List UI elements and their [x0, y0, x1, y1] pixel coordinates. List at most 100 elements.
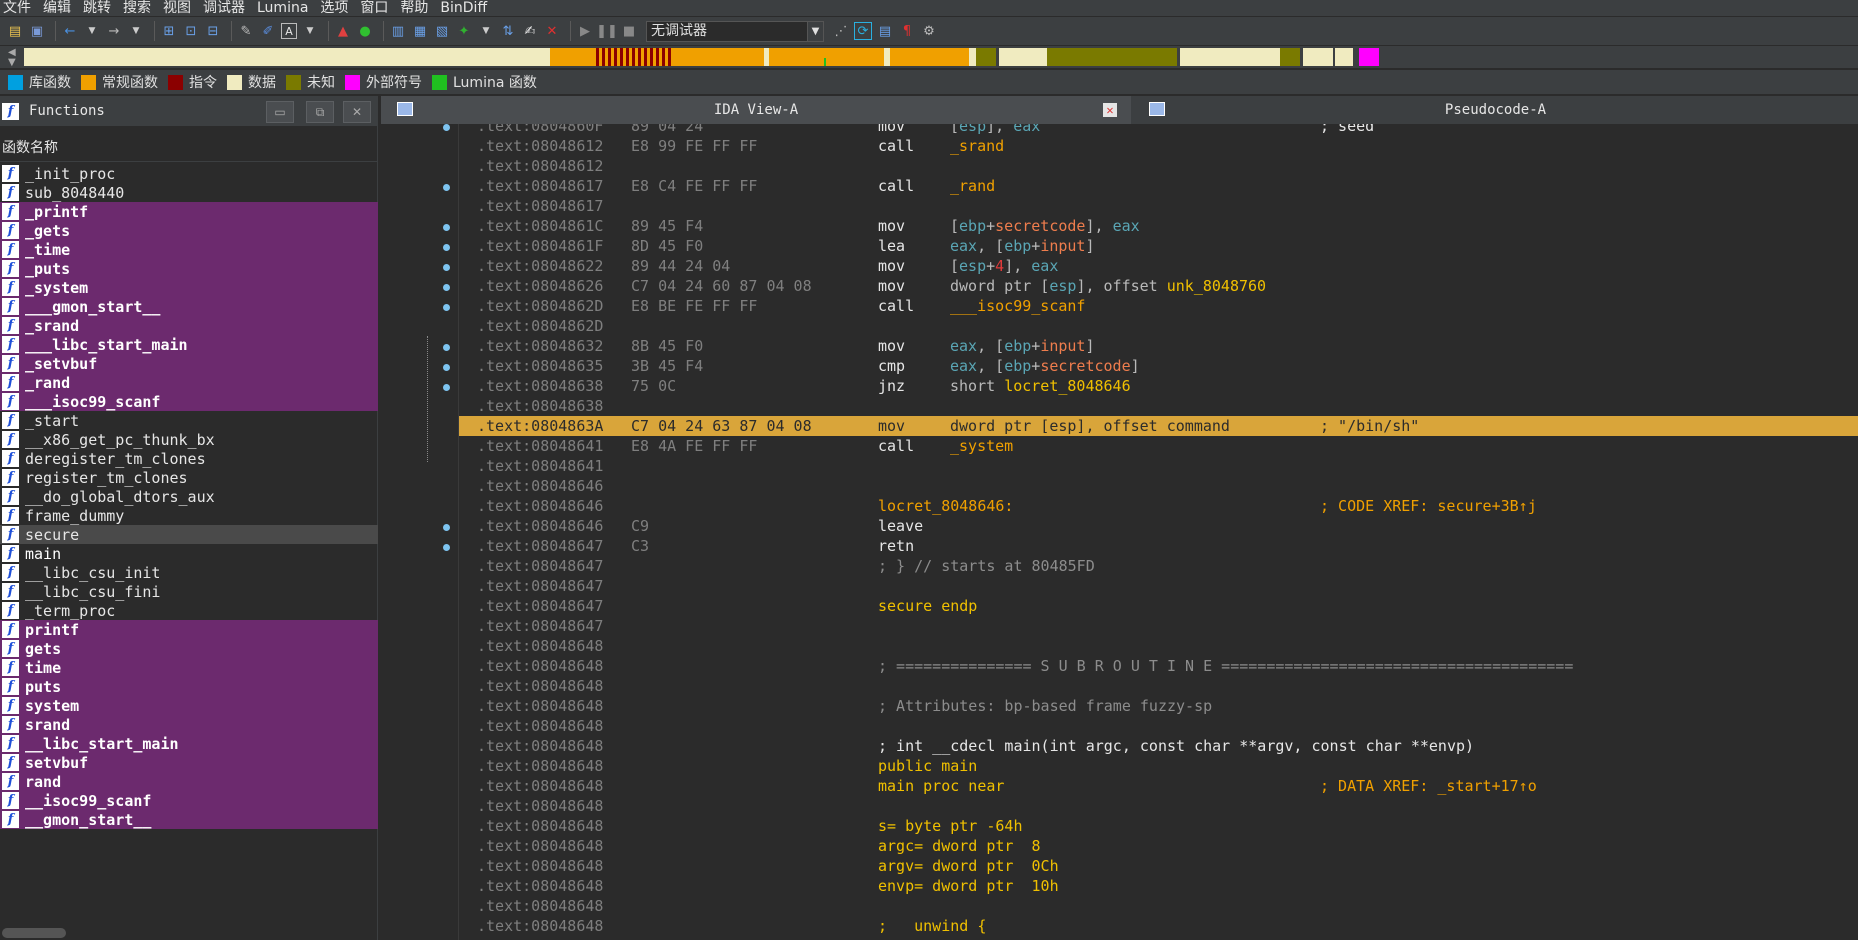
code-line[interactable]: .text:08048648 [459, 896, 1858, 916]
menu-item[interactable]: 选项 [317, 0, 357, 16]
trace-pin-icon[interactable]: ¶ [898, 22, 916, 40]
breakpoint-dot[interactable] [443, 344, 450, 351]
patch-icon[interactable]: ✎ [237, 22, 255, 40]
play-icon[interactable]: ▶ [576, 22, 594, 40]
hex-view-icon[interactable]: ⊟ [204, 22, 222, 40]
chevron-down-icon[interactable]: ▼ [127, 22, 145, 40]
code-line[interactable]: .text:0804861C 89 45 F4 mov [ebp+secretcode… [459, 216, 1858, 236]
function-list-item[interactable]: f _start [0, 411, 378, 430]
forward-icon[interactable]: → [105, 22, 123, 40]
function-list-item[interactable]: f main [0, 544, 378, 563]
code-line[interactable]: .text:0804862D [459, 316, 1858, 336]
function-list-item[interactable]: f sub_8048440 [0, 183, 378, 202]
code-line[interactable]: .text:08048648 ; =============== S U B R … [459, 656, 1858, 676]
code-line[interactable]: .text:08048648 argv= dword ptr 0Ch [459, 856, 1858, 876]
xref-icon[interactable]: ⇅ [499, 22, 517, 40]
breakpoint-dot[interactable] [443, 284, 450, 291]
function-list-item[interactable]: f ___gmon_start__ [0, 297, 378, 316]
menu-item[interactable]: 帮助 [397, 0, 437, 16]
code-line[interactable]: .text:08048612 E8 99 FE FF FF call _srand [459, 136, 1858, 156]
function-list-item[interactable]: f __isoc99_scanf [0, 791, 378, 810]
chevron-down-icon[interactable]: ▼ [477, 22, 495, 40]
function-list-item[interactable]: f _srand [0, 316, 378, 335]
graph-icon[interactable]: ⊞ [160, 22, 178, 40]
brush-icon[interactable]: ✐ [259, 22, 277, 40]
panel-float-button[interactable]: ⧉ [306, 101, 334, 123]
code-line[interactable]: .text:0804863A C7 04 24 63 87 04 08 mov dwo… [459, 416, 1858, 436]
green-circle-icon[interactable]: ● [356, 22, 374, 40]
breakpoint-dot[interactable] [443, 244, 450, 251]
tab-pseudocode[interactable]: Pseudocode-A [1133, 96, 1858, 124]
function-list-item[interactable]: f secure [0, 525, 378, 544]
function-list-item[interactable]: f register_tm_clones [0, 468, 378, 487]
string-icon[interactable]: A [281, 23, 297, 39]
chevron-down-icon[interactable]: ▼ [83, 22, 101, 40]
code-line[interactable]: .text:08048647 ; } // starts at 80485FD [459, 556, 1858, 576]
code-line[interactable]: .text:08048617 E8 C4 FE FF FF call _rand [459, 176, 1858, 196]
chevron-down-icon[interactable]: ▼ [301, 22, 319, 40]
code-line[interactable]: .text:08048632 8B 45 F0 mov eax, [ebp+input… [459, 336, 1858, 356]
breakpoint-dot[interactable] [443, 264, 450, 271]
struct-icon[interactable]: ▦ [411, 22, 429, 40]
code-line[interactable]: .text:08048648 ; unwind { [459, 916, 1858, 936]
refresh-icon[interactable]: ⟳ [854, 22, 872, 40]
function-list-item[interactable]: f deregister_tm_clones [0, 449, 378, 468]
chevron-down-icon[interactable]: ▼ [8, 58, 16, 68]
breakpoint-dot[interactable] [443, 544, 450, 551]
menu-item[interactable]: 跳转 [80, 0, 120, 16]
close-icon[interactable]: ✕ [1103, 103, 1117, 117]
menu-item[interactable]: 视图 [160, 0, 200, 16]
back-icon[interactable]: ← [61, 22, 79, 40]
pause-icon[interactable]: ❚❚ [596, 22, 618, 40]
function-list-item[interactable]: f _time [0, 240, 378, 259]
tracing-icon[interactable]: ▤ [876, 22, 894, 40]
segment-icon[interactable]: ▥ [389, 22, 407, 40]
function-list-item[interactable]: f ___libc_start_main [0, 335, 378, 354]
enum-icon[interactable]: ▧ [433, 22, 451, 40]
menu-item[interactable]: Lumina [254, 0, 317, 16]
text-view-icon[interactable]: ⊡ [182, 22, 200, 40]
chevron-down-icon[interactable]: ▼ [807, 21, 823, 41]
function-list-item[interactable]: f __libc_start_main [0, 734, 378, 753]
function-list-item[interactable]: f __libc_csu_init [0, 563, 378, 582]
function-list-item[interactable]: f __x86_get_pc_thunk_bx [0, 430, 378, 449]
code-line[interactable]: .text:08048648 public main [459, 756, 1858, 776]
menu-item[interactable]: 编辑 [40, 0, 80, 16]
code-line[interactable]: .text:08048646 C9 leave [459, 516, 1858, 536]
function-list-item[interactable]: f _system [0, 278, 378, 297]
warning-icon[interactable]: ▲ [334, 22, 352, 40]
code-line[interactable]: .text:0804862D E8 BE FE FF FF call ___isoc9… [459, 296, 1858, 316]
function-list-item[interactable]: f _gets [0, 221, 378, 240]
settings-icon[interactable]: ⚙ [920, 22, 938, 40]
horizontal-scrollbar[interactable] [2, 928, 66, 938]
function-list-item[interactable]: f _term_proc [0, 601, 378, 620]
function-list-item[interactable]: f ___isoc99_scanf [0, 392, 378, 411]
code-line[interactable]: .text:08048635 3B 45 F4 cmp eax, [ebp+secre… [459, 356, 1858, 376]
save-icon[interactable]: ▣ [28, 22, 46, 40]
code-line[interactable]: .text:08048648 ; Attributes: bp-based fra… [459, 696, 1858, 716]
debugger-select[interactable]: 无调试器 ▼ [646, 20, 824, 42]
code-line[interactable]: .text:08048647 [459, 576, 1858, 596]
code-line[interactable]: .text:08048648 argc= dword ptr 8 [459, 836, 1858, 856]
code-line[interactable]: .text:08048648 s= byte ptr -64h [459, 816, 1858, 836]
code-line[interactable]: .text:08048617 [459, 196, 1858, 216]
breakpoint-dot[interactable] [443, 364, 450, 371]
code-line[interactable]: .text:08048648 main proc near ; DATA XREF:… [459, 776, 1858, 796]
code-line[interactable]: .text:08048641 E8 4A FE FF FF call _system [459, 436, 1858, 456]
code-line[interactable]: .text:08048647 [459, 616, 1858, 636]
code-line[interactable]: .text:08048648 ; int __cdecl main(int arg… [459, 736, 1858, 756]
stop-icon[interactable]: ■ [620, 22, 638, 40]
breakpoint-dot[interactable] [443, 524, 450, 531]
menu-item[interactable]: 搜索 [120, 0, 160, 16]
function-list-item[interactable]: f _printf [0, 202, 378, 221]
close-icon[interactable]: ✕ [543, 22, 561, 40]
function-list-item[interactable]: f gets [0, 639, 378, 658]
breakpoint-list-icon[interactable]: ⋰ [832, 22, 850, 40]
menu-item[interactable]: BinDiff [437, 0, 496, 16]
panel-close-button[interactable]: ✕ [343, 101, 371, 123]
code-line[interactable]: .text:0804861F 8D 45 F0 lea eax, [ebp+input… [459, 236, 1858, 256]
breakpoint-dot[interactable] [443, 304, 450, 311]
code-line[interactable]: .text:08048612 [459, 156, 1858, 176]
breakpoint-dot[interactable] [443, 224, 450, 231]
breakpoint-dot[interactable] [443, 124, 450, 131]
